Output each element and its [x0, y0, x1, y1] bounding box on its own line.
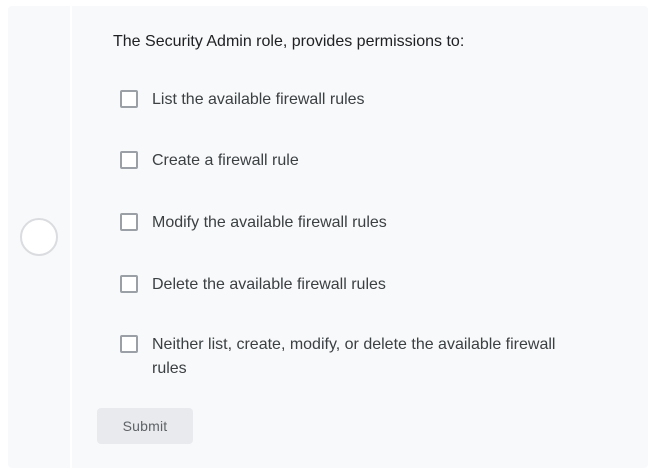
- option-modify-firewall-rules[interactable]: Modify the available firewall rules: [120, 211, 590, 235]
- option-label: Create a firewall rule: [152, 152, 299, 169]
- submit-button[interactable]: Submit: [97, 408, 193, 444]
- question-status-rail: [8, 6, 72, 468]
- option-create-firewall-rule[interactable]: Create a firewall rule: [120, 149, 590, 173]
- option-delete-firewall-rules[interactable]: Delete the available firewall rules: [120, 273, 590, 297]
- option-checkbox[interactable]: [120, 213, 138, 231]
- option-checkbox[interactable]: [120, 275, 138, 293]
- option-checkbox[interactable]: [120, 335, 138, 353]
- option-label: Delete the available firewall rules: [152, 276, 386, 293]
- answer-status-indicator: [20, 218, 58, 256]
- option-list-firewall-rules[interactable]: List the available firewall rules: [120, 88, 590, 112]
- question-card: The Security Admin role, provides permis…: [8, 6, 648, 468]
- option-label: Modify the available firewall rules: [152, 214, 387, 231]
- option-checkbox[interactable]: [120, 90, 138, 108]
- question-text: The Security Admin role, provides permis…: [113, 33, 465, 50]
- option-label: List the available firewall rules: [152, 91, 365, 108]
- option-checkbox[interactable]: [120, 151, 138, 169]
- question-content: The Security Admin role, provides permis…: [74, 6, 648, 468]
- option-neither[interactable]: Neither list, create, modify, or delete …: [120, 333, 590, 381]
- option-label: Neither list, create, modify, or delete …: [152, 336, 556, 377]
